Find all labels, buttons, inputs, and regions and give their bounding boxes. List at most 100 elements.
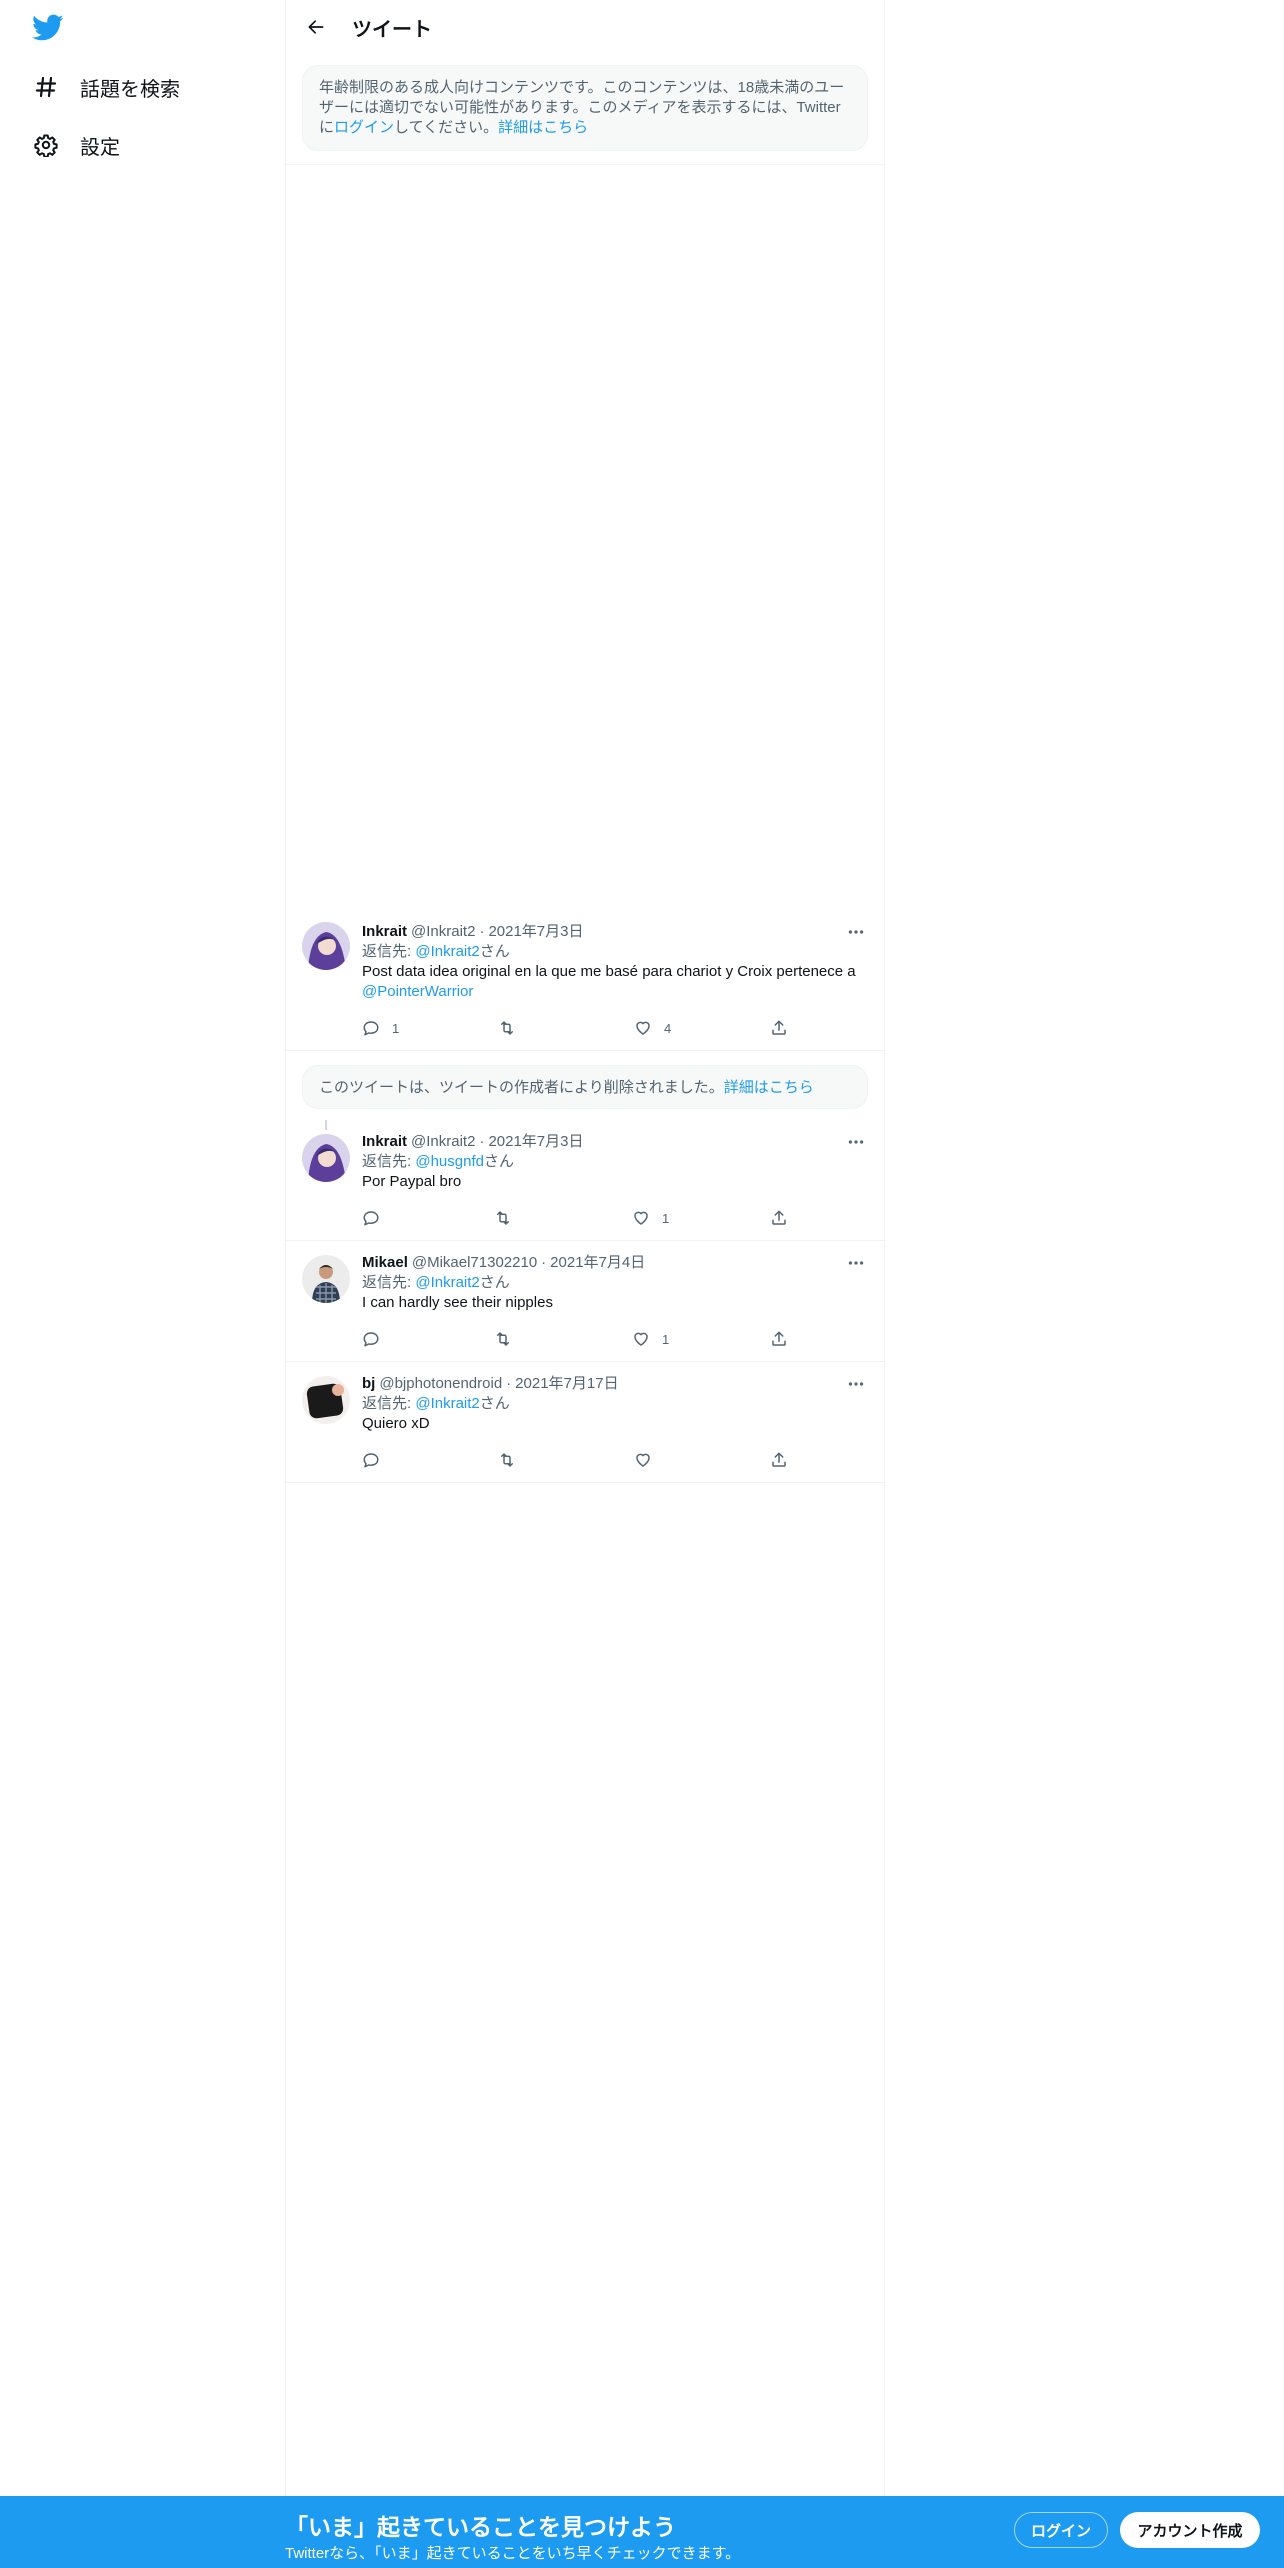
reply-button[interactable]: 1 (362, 1018, 399, 1038)
twitter-logo-icon[interactable] (32, 14, 66, 42)
like-button[interactable]: 1 (632, 1208, 669, 1228)
tweet[interactable]: Inkrait @Inkrait2 · 2021年7月3日 返信先: @Inkr… (286, 908, 884, 1050)
tweet-actions: 1 (362, 1208, 792, 1228)
thread-line (325, 1120, 327, 1130)
tweet-text-body: Post data idea original en la que me bas… (362, 963, 856, 980)
like-button[interactable]: 1 (632, 1329, 669, 1349)
more-options-icon[interactable] (844, 1132, 868, 1152)
avatar[interactable] (302, 1134, 350, 1182)
signup-button[interactable]: アカウント作成 (1120, 2512, 1260, 2548)
reply-to-mention[interactable]: @Inkrait2 (415, 1274, 479, 1291)
separator-dot: · (479, 1133, 485, 1150)
reply-icon (363, 1453, 379, 1468)
retweet-icon (497, 1211, 509, 1225)
sidebar-item-explore[interactable]: 話題を検索 (32, 65, 180, 109)
login-button[interactable]: ログイン (1014, 2512, 1108, 2548)
reply-suffix: さん (483, 1153, 514, 1170)
retweet-button[interactable] (498, 1018, 528, 1038)
avatar[interactable] (302, 1255, 350, 1303)
page-title: ツイート (352, 18, 432, 41)
signup-banner: 「いま」起きていることを見つけよう Twitterなら、「いま」起きていることを… (0, 2496, 1284, 2568)
author-handle[interactable]: @Inkrait2 (411, 1132, 475, 1152)
sidebar-item-settings[interactable]: 設定 (32, 123, 120, 167)
tweet-date[interactable]: 2021年7月3日 (488, 1132, 583, 1152)
tweet[interactable]: bj @bjphotonendroid · 2021年7月17日 返信先: @I… (286, 1362, 884, 1482)
tweet[interactable]: Inkrait @Inkrait2 · 2021年7月3日 返信先: @husg… (286, 1120, 884, 1240)
retweet-icon (501, 1453, 513, 1467)
heart-icon (636, 1453, 650, 1467)
reply-button[interactable] (362, 1208, 392, 1228)
reply-to-mention[interactable]: @Inkrait2 (415, 943, 479, 960)
tweet-actions: 1 4 (362, 1018, 792, 1038)
divider (286, 1050, 884, 1051)
deleted-tweet-notice: このツイートは、ツイートの作成者により削除されました。詳細はこちら (302, 1065, 868, 1109)
tweet[interactable]: Mikael @Mikael71302210 · 2021年7月4日 返信先: … (286, 1241, 884, 1361)
heart-icon (634, 1332, 648, 1346)
share-button[interactable] (770, 1329, 788, 1349)
sidebar-item-label: 設定 (80, 136, 120, 159)
gear-icon (32, 131, 60, 159)
like-count: 4 (664, 1020, 672, 1036)
sidebar: 話題を検索 設定 (0, 0, 285, 2568)
reply-to: 返信先: @Inkrait2さん (362, 942, 868, 962)
tweet-actions: 1 (362, 1329, 792, 1349)
reply-button[interactable] (362, 1329, 392, 1349)
reply-to-mention[interactable]: @husgnfd (415, 1153, 484, 1170)
main-column: ツイート 年齢制限のある成人向けコンテンツです。このコンテンツは、18歳未満のユ… (285, 0, 885, 2500)
retweet-button[interactable] (498, 1450, 528, 1470)
tweet-text: Por Paypal bro (362, 1173, 462, 1190)
reply-icon (363, 1211, 379, 1226)
share-button[interactable] (770, 1208, 788, 1228)
author-name[interactable]: Mikael (362, 1253, 408, 1273)
tweet-body: Inkrait @Inkrait2 · 2021年7月3日 返信先: @Inkr… (362, 922, 868, 1002)
tweet-date[interactable]: 2021年7月3日 (488, 922, 583, 942)
like-button[interactable]: 4 (634, 1018, 671, 1038)
tweet-date[interactable]: 2021年7月4日 (550, 1253, 645, 1273)
banner-subtitle: Twitterなら、「いま」起きていることをいち早くチェックできます。 (285, 2545, 741, 2562)
login-link[interactable]: ログイン (334, 119, 394, 136)
deleted-notice-text: このツイートは、ツイートの作成者により削除されました。 (319, 1079, 724, 1096)
author-name[interactable]: Inkrait (362, 922, 407, 942)
separator-dot: · (506, 1375, 512, 1392)
author-handle[interactable]: @bjphotonendroid (379, 1374, 502, 1394)
tweet-body: Inkrait @Inkrait2 · 2021年7月3日 返信先: @husg… (362, 1132, 868, 1192)
author-name[interactable]: Inkrait (362, 1132, 407, 1152)
reply-prefix: 返信先: (362, 1274, 416, 1291)
author-handle[interactable]: @Inkrait2 (411, 922, 475, 942)
tweet-date[interactable]: 2021年7月17日 (515, 1374, 618, 1394)
author-name[interactable]: bj (362, 1374, 375, 1394)
separator-dot: · (541, 1254, 547, 1271)
avatar[interactable] (302, 922, 350, 970)
share-button[interactable] (770, 1450, 788, 1470)
sensitive-content-notice: 年齢制限のある成人向けコンテンツです。このコンテンツは、18歳未満のユーザーには… (302, 65, 868, 151)
banner-title: 「いま」起きていることを見つけよう (285, 2514, 676, 2540)
tweet-text: I can hardly see their nipples (362, 1294, 553, 1311)
heart-icon (636, 1021, 650, 1035)
learn-more-link[interactable]: 詳細はこちら (498, 119, 588, 136)
more-options-icon[interactable] (844, 1374, 868, 1394)
tweet-header: Mikael @Mikael71302210 · 2021年7月4日 (362, 1253, 868, 1273)
reply-icon (363, 1021, 379, 1036)
like-count: 1 (662, 1210, 670, 1226)
mention-link[interactable]: @PointerWarrior (362, 983, 473, 1000)
separator-dot: · (479, 923, 485, 940)
tweet-body: Mikael @Mikael71302210 · 2021年7月4日 返信先: … (362, 1253, 868, 1313)
retweet-button[interactable] (494, 1208, 524, 1228)
more-options-icon[interactable] (844, 1253, 868, 1273)
reply-icon (363, 1332, 379, 1347)
like-button[interactable] (634, 1450, 664, 1470)
back-arrow-icon[interactable] (298, 9, 334, 45)
reply-count: 1 (392, 1020, 400, 1036)
share-icon (772, 1452, 786, 1467)
share-icon (772, 1210, 786, 1225)
reply-to: 返信先: @Inkrait2さん (362, 1394, 868, 1414)
learn-more-link[interactable]: 詳細はこちら (724, 1079, 814, 1096)
reply-prefix: 返信先: (362, 1153, 416, 1170)
reply-to-mention[interactable]: @Inkrait2 (415, 1395, 479, 1412)
reply-button[interactable] (362, 1450, 392, 1470)
share-button[interactable] (770, 1018, 788, 1038)
avatar[interactable] (302, 1376, 350, 1424)
author-handle[interactable]: @Mikael71302210 (412, 1253, 537, 1273)
more-options-icon[interactable] (844, 922, 868, 942)
retweet-button[interactable] (494, 1329, 524, 1349)
